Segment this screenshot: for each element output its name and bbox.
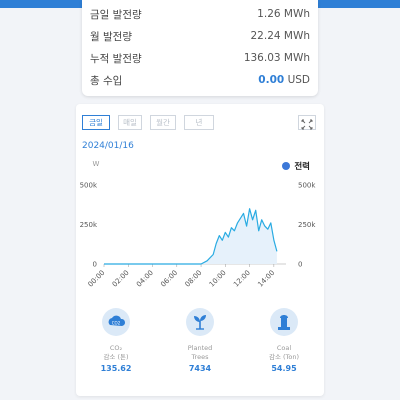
summary-value: 22.24 MWh: [250, 30, 311, 42]
x-tick-label: 06:00: [159, 269, 179, 289]
summary-label: 금일 발전량: [90, 8, 142, 21]
summary-value: 0.00 USD: [258, 74, 310, 86]
x-tick-label: 10:00: [208, 269, 228, 289]
stat-value: 7434: [188, 364, 212, 373]
series-area-fill: [104, 208, 277, 264]
stat-label: Planted Trees: [170, 344, 230, 362]
tab-today[interactable]: 금일: [82, 115, 110, 130]
y-tick-label-right: 250k: [298, 221, 316, 229]
svg-text:CO2: CO2: [112, 321, 121, 326]
summary-label: 월 발전량: [90, 30, 132, 43]
expand-icon: [301, 119, 313, 130]
stat-value: 135.62: [100, 364, 132, 373]
stat-label-bottom: 감소 (Ton): [268, 353, 300, 361]
stat-value: 54.95: [271, 364, 297, 373]
plant-icon: [186, 308, 214, 336]
tab-yearly[interactable]: 년: [184, 115, 214, 130]
x-tick-label: 12:00: [232, 269, 252, 289]
stat-trees: Planted Trees 7434: [170, 308, 230, 373]
power-area-chart: W500k 500k250k 250k0 000:00 02:00 04:00 06:00 0…: [80, 160, 317, 289]
summary-value: 1.26 MWh: [257, 8, 310, 20]
stat-label-bottom: 감소 (톤): [103, 353, 129, 361]
stat-label-top: Planted: [187, 344, 213, 352]
summary-label: 총 수입: [90, 74, 123, 87]
stat-label: Coal 감소 (Ton): [254, 344, 314, 362]
stat-coal: Coal 감소 (Ton) 54.95: [254, 308, 314, 373]
y-tick-label-right: 500k: [298, 182, 316, 190]
income-amount: 0.00: [258, 74, 285, 86]
summary-card: 금일 발전량 1.26 MWh 월 발전량 22.24 MWh 누적 발전량 1…: [82, 0, 318, 96]
stat-co2: CO2 CO₂ 감소 (톤) 135.62: [86, 308, 146, 373]
coal-icon: [270, 308, 298, 336]
stat-label-top: Coal: [276, 344, 292, 352]
y-tick-label-left: 500k: [80, 182, 98, 190]
environment-stats: CO2 CO₂감소 (톤) 135.62 PlantedTrees 7434: [76, 308, 324, 396]
y-tick-label-left: 0: [93, 261, 97, 269]
x-tick-label: 08:00: [184, 269, 204, 289]
income-currency: USD: [287, 74, 310, 86]
stat-label: CO₂ 감소 (톤): [86, 344, 146, 362]
fullscreen-button[interactable]: [298, 115, 316, 130]
chart-date: 2024/01/16: [82, 141, 134, 151]
y-unit-label: W: [93, 160, 100, 168]
stat-label-top: CO₂: [109, 344, 123, 352]
tab-daily[interactable]: 매일: [118, 115, 142, 130]
summary-row-income: 총 수입 0.00 USD: [90, 70, 310, 90]
summary-row-month: 월 발전량 22.24 MWh: [90, 26, 310, 46]
summary-label: 누적 발전량: [90, 52, 142, 65]
stat-label-bottom: Trees: [191, 353, 209, 361]
y-tick-label-left: 250k: [80, 221, 98, 229]
co2-icon: CO2: [102, 308, 130, 336]
x-tick-label: 14:00: [256, 269, 276, 289]
y-tick-label-right: 0: [298, 261, 302, 269]
x-tick-label: 00:00: [86, 269, 106, 289]
summary-row-today: 금일 발전량 1.26 MWh: [90, 4, 310, 24]
power-chart-card: 금일 매일 월간 년 2024/01/16 전력 W 500k 500k 250k 25…: [76, 104, 324, 396]
summary-value: 136.03 MWh: [243, 52, 310, 64]
tab-monthly[interactable]: 월간: [150, 115, 176, 130]
summary-row-total: 누적 발전량 136.03 MWh: [90, 48, 310, 68]
x-tick-label: 04:00: [135, 269, 155, 289]
x-tick-label: 02:00: [111, 269, 131, 289]
